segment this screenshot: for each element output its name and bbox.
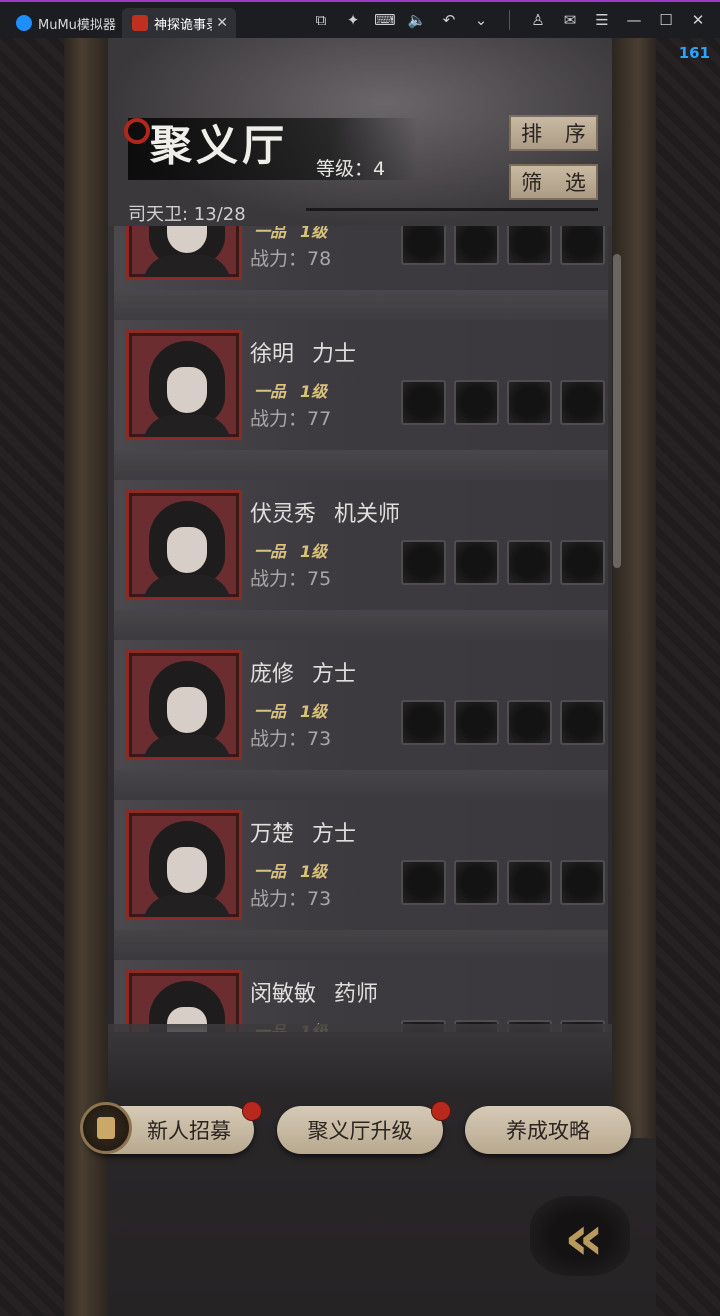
chevron-down-icon[interactable]: ⌄ xyxy=(471,10,491,30)
equipment-slot[interactable] xyxy=(507,860,552,905)
hall-level: 等级：4 xyxy=(316,158,386,180)
tab-label: 神探诡事录 xyxy=(154,17,212,33)
notification-badge xyxy=(431,1101,451,1121)
equipment-slot[interactable] xyxy=(454,860,499,905)
keyboard-icon[interactable]: ⌨ xyxy=(374,10,396,30)
list-item[interactable]: 庞修 方士 一品 1级 战力：73 xyxy=(114,640,608,800)
character-name: 万楚 方士 xyxy=(250,822,357,847)
character-portrait xyxy=(126,970,242,1032)
character-name: 徐明 力士 xyxy=(250,342,357,367)
equipment-slot[interactable] xyxy=(401,540,446,585)
character-portrait xyxy=(126,330,242,440)
list-item[interactable]: 伏灵秀 机关师 一品 1级 战力：75 xyxy=(114,480,608,640)
emulator-title-bar: MuMu模拟器 神探诡事录 ✕ ⧉ ✦ ⌨ 🔈 ↶ ⌄ ♙ ✉ ☰ — ☐ ✕ xyxy=(0,0,720,38)
equipment-slot[interactable] xyxy=(401,700,446,745)
right-pillar xyxy=(612,38,656,1138)
character-power: 战力：75 xyxy=(250,568,332,590)
back-icon[interactable]: ↶ xyxy=(439,10,459,30)
character-portrait xyxy=(126,810,242,920)
character-power: 战力：77 xyxy=(250,408,332,430)
character-rank: 一品1级 xyxy=(254,862,328,881)
equipment-slots xyxy=(401,540,605,585)
list-item[interactable]: 徐明 力士 一品 1级 战力：77 xyxy=(114,320,608,480)
equipment-slot[interactable] xyxy=(560,226,605,265)
notification-badge xyxy=(242,1101,262,1121)
page-title: 聚义厅 xyxy=(150,121,289,170)
character-name: 庞修 方士 xyxy=(250,662,357,687)
equipment-slot[interactable] xyxy=(454,700,499,745)
equipment-slot[interactable] xyxy=(454,380,499,425)
divider xyxy=(306,208,598,211)
screen-record-icon[interactable]: ⧉ xyxy=(311,10,331,30)
equipment-slots xyxy=(401,380,605,425)
close-tab-icon[interactable]: ✕ xyxy=(216,15,228,31)
tab-mumu[interactable]: MuMu模拟器 xyxy=(6,8,118,38)
list-scrollbar[interactable] xyxy=(613,254,621,568)
character-portrait xyxy=(126,490,242,600)
fps-counter: 161 xyxy=(678,44,710,62)
tab-label: MuMu模拟器 xyxy=(38,17,116,33)
guide-button[interactable]: 养成攻略 xyxy=(465,1106,631,1154)
equipment-slot[interactable] xyxy=(507,540,552,585)
equipment-slot[interactable] xyxy=(454,540,499,585)
equipment-slot[interactable] xyxy=(560,380,605,425)
list-item[interactable]: 闵敏敏药师 一品1级 xyxy=(114,960,608,1032)
volume-icon[interactable]: 🔈 xyxy=(407,10,427,30)
equipment-slot[interactable] xyxy=(560,700,605,745)
character-portrait xyxy=(126,226,242,280)
equipment-slot[interactable] xyxy=(507,380,552,425)
equipment-slot[interactable] xyxy=(401,380,446,425)
equipment-slot[interactable] xyxy=(507,700,552,745)
close-icon[interactable]: ✕ xyxy=(688,10,708,30)
equipment-slots xyxy=(401,700,605,745)
mist-overlay xyxy=(108,1024,612,1094)
character-portrait xyxy=(126,650,242,760)
filter-button[interactable]: 筛 选 xyxy=(509,164,598,200)
seal-icon xyxy=(124,118,150,144)
list-item[interactable]: 一品 1级 战力：78 xyxy=(114,226,608,320)
character-rank: 一品1级 xyxy=(254,542,328,561)
maximize-icon[interactable]: ☐ xyxy=(656,10,676,30)
character-power: 战力：73 xyxy=(250,728,332,750)
equipment-slot[interactable] xyxy=(454,226,499,265)
guard-count: 司天卫: 13/28 xyxy=(128,204,246,225)
mumu-logo-icon xyxy=(16,15,32,31)
tab-game[interactable]: 神探诡事录 ✕ xyxy=(122,8,236,38)
mail-icon[interactable]: ✉ xyxy=(560,10,580,30)
left-border-pattern xyxy=(0,38,64,1316)
equipment-slot[interactable] xyxy=(507,226,552,265)
equipment-slots xyxy=(401,860,605,905)
character-list[interactable]: 一品 1级 战力：78 徐明 力士 一品 1级 战力：77 伏灵秀 机关师 一品 1级 战… xyxy=(114,226,608,1032)
equipment-slot[interactable] xyxy=(401,226,446,265)
game-icon xyxy=(132,15,148,31)
right-border-pattern xyxy=(656,38,720,1316)
back-arrow-icon[interactable]: « xyxy=(548,1206,620,1270)
toolbar: ⧉ ✦ ⌨ 🔈 ↶ ⌄ ♙ ✉ ☰ — ☐ ✕ xyxy=(311,10,708,30)
equipment-slot[interactable] xyxy=(560,540,605,585)
character-name: 闵敏敏 药师 xyxy=(250,982,379,1007)
shake-icon[interactable]: ✦ xyxy=(343,10,363,30)
minimize-icon[interactable]: — xyxy=(624,10,644,30)
divider xyxy=(509,10,510,30)
user-icon[interactable]: ♙ xyxy=(528,10,548,30)
equipment-slot[interactable] xyxy=(401,860,446,905)
character-rank: 一品1级 xyxy=(254,226,328,241)
list-item[interactable]: 万楚 方士 一品 1级 战力：73 xyxy=(114,800,608,960)
equipment-slot[interactable] xyxy=(560,860,605,905)
character-rank: 一品1级 xyxy=(254,382,328,401)
character-power: 战力：78 xyxy=(250,248,332,270)
character-power: 战力：73 xyxy=(250,888,332,910)
menu-icon[interactable]: ☰ xyxy=(592,10,612,30)
recruit-icon xyxy=(80,1102,132,1154)
character-rank: 一品1级 xyxy=(254,702,328,721)
equipment-slots xyxy=(401,226,605,265)
sort-button[interactable]: 排 序 xyxy=(509,115,598,151)
hall-upgrade-button[interactable]: 聚义厅升级 xyxy=(277,1106,443,1154)
character-name: 伏灵秀 机关师 xyxy=(250,502,401,527)
